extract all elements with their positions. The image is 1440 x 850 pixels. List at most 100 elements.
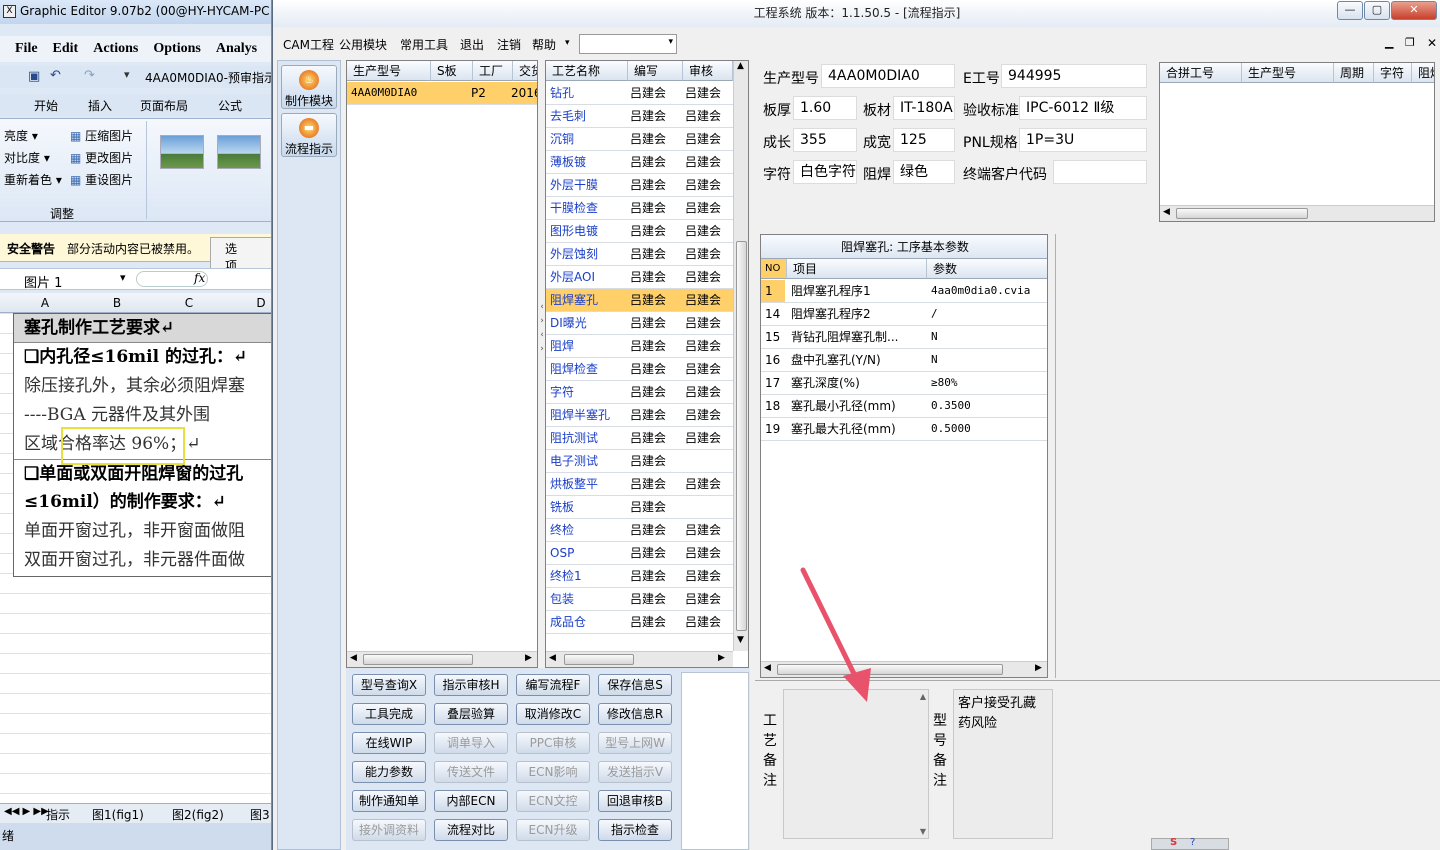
- col-merge-mask[interactable]: 阻焊: [1412, 63, 1434, 83]
- table-row[interactable]: 外层干膜 吕建会 吕建会: [546, 174, 733, 197]
- table-row[interactable]: 去毛刺 吕建会 吕建会: [546, 105, 733, 128]
- sheet-tab-fig2[interactable]: 图2(fig2): [172, 806, 224, 823]
- change-picture-button[interactable]: ▦ 更改图片: [70, 149, 133, 166]
- table-row[interactable]: 阻焊半塞孔 吕建会 吕建会: [546, 404, 733, 427]
- field-length[interactable]: 355: [793, 128, 857, 152]
- mdi-restore-icon[interactable]: ❐: [1405, 36, 1415, 49]
- maximize-button[interactable]: ▢: [1364, 1, 1390, 20]
- table-row[interactable]: 阻焊塞孔 吕建会 吕建会: [546, 289, 733, 312]
- field-thickness[interactable]: 1.60: [793, 96, 857, 120]
- mdi-close-icon[interactable]: ✕: [1427, 36, 1437, 50]
- col-reviewer[interactable]: 审核: [683, 61, 733, 81]
- ribbon-tab-insert[interactable]: 插入: [88, 97, 112, 114]
- table-row[interactable]: 薄板镀 吕建会 吕建会: [546, 151, 733, 174]
- field-standard[interactable]: IPC-6012 Ⅱ级: [1019, 96, 1147, 120]
- picture-style-thumb-1[interactable]: [160, 135, 204, 169]
- back-window-titlebar[interactable]: X Graphic Editor 9.07b2 (00@HY-HYCAM-PC: [0, 0, 271, 24]
- brightness-button[interactable]: 亮度 ▾: [4, 127, 38, 144]
- table-row[interactable]: 图形电镀 吕建会 吕建会: [546, 220, 733, 243]
- model-remarks-textarea[interactable]: 客户接受孔藏药风险: [953, 689, 1053, 839]
- field-model[interactable]: 4AA0M0DIA0: [821, 64, 955, 88]
- table-row[interactable]: 14 阻焊塞孔程序2 /: [761, 303, 1047, 326]
- table-row[interactable]: 17 塞孔深度(%) ≥80%: [761, 372, 1047, 395]
- action-button[interactable]: 型号查询X: [352, 674, 426, 696]
- table-row[interactable]: 终检 吕建会 吕建会: [546, 519, 733, 542]
- col-delivery[interactable]: 交货: [513, 61, 537, 81]
- col-header-d[interactable]: D: [226, 296, 271, 310]
- menu-cam[interactable]: CAM工程: [283, 36, 334, 53]
- action-button[interactable]: 制作通知单: [352, 790, 426, 812]
- table-row[interactable]: 钻孔 吕建会 吕建会: [546, 82, 733, 105]
- table-row[interactable]: 外层蚀刻 吕建会 吕建会: [546, 243, 733, 266]
- field-solder-mask[interactable]: 绿色: [893, 160, 955, 184]
- action-button[interactable]: 能力参数: [352, 761, 426, 783]
- contrast-button[interactable]: 对比度 ▾: [4, 149, 50, 166]
- table-row[interactable]: 铣板 吕建会: [546, 496, 733, 519]
- action-button[interactable]: 传送文件: [434, 761, 508, 783]
- table-row[interactable]: 成品仓 吕建会 吕建会: [546, 611, 733, 634]
- col-param[interactable]: 参数: [927, 259, 1047, 279]
- menu-options[interactable]: Options: [153, 36, 200, 62]
- compress-picture-button[interactable]: ▦ 压缩图片: [70, 127, 133, 144]
- table-row[interactable]: 包装 吕建会 吕建会: [546, 588, 733, 611]
- table-row[interactable]: 18 塞孔最小孔径(mm) 0.3500: [761, 395, 1047, 418]
- sheet-tab-fig3[interactable]: 图3: [250, 806, 270, 823]
- process-remarks-textarea[interactable]: ▲ ▼: [783, 689, 929, 839]
- table-row[interactable]: 1 阻焊塞孔程序1 4aa0m0dia0.cvia: [761, 280, 1047, 303]
- col-writer[interactable]: 编写: [628, 61, 683, 81]
- action-button[interactable]: 调单导入: [434, 732, 508, 754]
- menu-help[interactable]: 帮助: [532, 36, 556, 53]
- merge-h-scrollbar[interactable]: ◀: [1160, 205, 1434, 221]
- action-button[interactable]: 型号上网W: [598, 732, 672, 754]
- menu-actions[interactable]: Actions: [93, 36, 138, 62]
- menu-edit[interactable]: Edit: [53, 36, 79, 62]
- table-row[interactable]: 16 盘中孔塞孔(Y/N) N: [761, 349, 1047, 372]
- picture-style-thumb-2[interactable]: [217, 135, 261, 169]
- table-row[interactable]: 干膜检查 吕建会 吕建会: [546, 197, 733, 220]
- action-button[interactable]: 工具完成: [352, 703, 426, 725]
- table-row[interactable]: 沉铜 吕建会 吕建会: [546, 128, 733, 151]
- col-model[interactable]: 生产型号: [347, 61, 431, 81]
- ribbon-tab-layout[interactable]: 页面布局: [140, 97, 188, 114]
- table-row[interactable]: 15 背钻孔阻焊塞孔制... N: [761, 326, 1047, 349]
- action-button[interactable]: 叠层验算: [434, 703, 508, 725]
- tray-icons[interactable]: S ?: [1151, 837, 1229, 850]
- action-button[interactable]: ECN影响: [516, 761, 590, 783]
- fx-icon[interactable]: fx: [194, 271, 205, 285]
- col-merge-char[interactable]: 字符: [1374, 63, 1412, 83]
- process-v-scrollbar[interactable]: ▲ ▼: [733, 61, 748, 651]
- action-button[interactable]: 修改信息R: [598, 703, 672, 725]
- action-button[interactable]: 内部ECN: [434, 790, 508, 812]
- table-row[interactable]: 19 塞孔最大孔径(mm) 0.5000: [761, 418, 1047, 441]
- table-row[interactable]: 阻焊 吕建会 吕建会: [546, 335, 733, 358]
- mdi-minimize-icon[interactable]: ▁: [1385, 36, 1393, 49]
- sheet-tab-fig1[interactable]: 图1(fig1): [92, 806, 144, 823]
- undo-icon[interactable]: ↶: [50, 68, 61, 83]
- sheet-tab-indicate[interactable]: 指示: [46, 806, 70, 823]
- main-titlebar[interactable]: 工程系统 版本：1.1.50.5 - [流程指示] — ▢ ✕: [273, 0, 1440, 27]
- table-row[interactable]: 终检1 吕建会 吕建会: [546, 565, 733, 588]
- redo-icon[interactable]: ↷: [84, 68, 95, 83]
- action-button[interactable]: 发送指示V: [598, 761, 672, 783]
- sheet-nav-icon[interactable]: ◀◀ ▶ ▶▶: [4, 806, 49, 817]
- action-button[interactable]: 在线WIP: [352, 732, 426, 754]
- ribbon-tab-formula[interactable]: 公式: [218, 97, 242, 114]
- menu-combo-box[interactable]: ▾: [579, 34, 677, 54]
- field-material[interactable]: IT-180A: [893, 96, 955, 120]
- table-row[interactable]: 阻焊检查 吕建会 吕建会: [546, 358, 733, 381]
- table-row[interactable]: 字符 吕建会 吕建会: [546, 381, 733, 404]
- save-icon[interactable]: ▣: [28, 69, 40, 84]
- flow-indicate-button[interactable]: ▬ 流程指示: [281, 113, 337, 157]
- close-button[interactable]: ✕: [1391, 1, 1437, 20]
- action-button[interactable]: ECN文控: [516, 790, 590, 812]
- col-s-board[interactable]: S板: [431, 61, 473, 81]
- action-button[interactable]: ECN升级: [516, 819, 590, 841]
- field-pnl[interactable]: 1P=3U: [1019, 128, 1147, 152]
- table-row[interactable]: OSP 吕建会 吕建会: [546, 542, 733, 565]
- field-character[interactable]: 白色字符: [793, 160, 857, 184]
- col-item[interactable]: 项目: [787, 259, 927, 279]
- col-header-b[interactable]: B: [82, 296, 152, 310]
- ribbon-tab-home[interactable]: 开始: [34, 97, 58, 114]
- menu-tools[interactable]: 常用工具: [400, 36, 448, 53]
- table-row[interactable]: 4AA0M0DIA0 P2 2016: [347, 82, 537, 105]
